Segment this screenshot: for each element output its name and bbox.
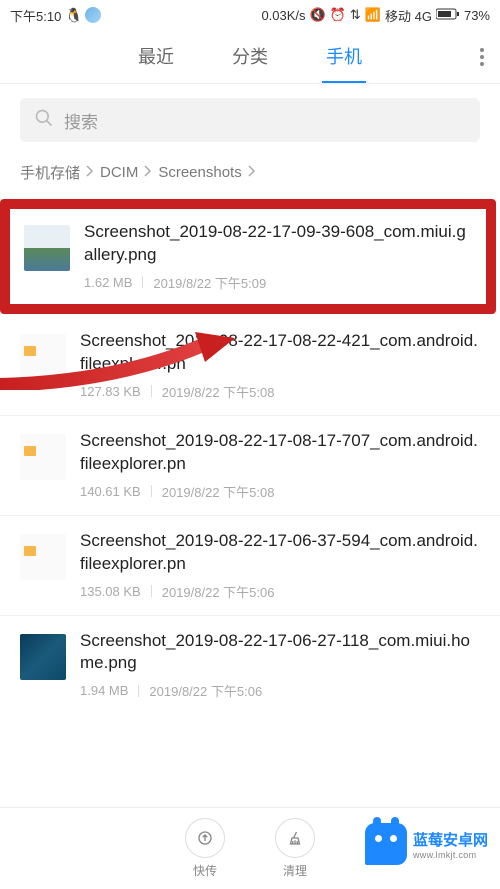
app-icon [85,7,101,23]
file-meta: 140.61 KB 2019/8/22 下午5:08 [80,482,480,501]
chevron-right-icon [248,164,256,181]
file-date: 2019/8/22 下午5:06 [162,582,275,601]
status-right: 0.03K/s 🔇 ⏰ ⇅ 📶 移动 4G 73% [261,6,490,25]
qq-icon: 🐧 [65,7,81,23]
file-list: Screenshot_2019-08-22-17-09-39-608_com.m… [0,199,500,714]
file-size: 135.08 KB [80,584,141,599]
clean-label: 清理 [283,862,307,879]
transfer-icon [185,818,225,858]
meta-sep [138,685,139,697]
arrows-icon: ⇅ [350,7,361,23]
header-tabs: 最近 分类 手机 [0,30,500,84]
file-size: 1.94 MB [80,683,128,698]
list-item[interactable]: Screenshot_2019-08-22-17-06-27-118_com.m… [0,615,500,715]
battery-percent: 73% [464,8,490,23]
file-name: Screenshot_2019-08-22-17-08-22-421_com.a… [80,330,480,376]
file-name: Screenshot_2019-08-22-17-06-37-594_com.a… [80,530,480,576]
watermark-logo [365,823,407,865]
crumb-dcim[interactable]: DCIM [100,164,138,181]
file-meta: 1.62 MB 2019/8/22 下午5:09 [84,273,472,292]
file-date: 2019/8/22 下午5:08 [162,482,275,501]
crumb-screenshots[interactable]: Screenshots [158,164,241,181]
file-name: Screenshot_2019-08-22-17-08-17-707_com.a… [80,430,480,476]
file-size: 140.61 KB [80,484,141,499]
search-placeholder: 搜索 [64,108,98,133]
status-bar: 下午5:10 🐧 0.03K/s 🔇 ⏰ ⇅ 📶 移动 4G 73% [0,0,500,30]
breadcrumb: 手机存储 DCIM Screenshots [0,152,500,197]
tab-category[interactable]: 分类 [228,31,272,83]
signal-icon: 📶 [365,7,381,23]
search-area: 搜索 [0,84,500,152]
battery-icon [436,8,460,23]
file-size: 1.62 MB [84,275,132,290]
crumb-root[interactable]: 手机存储 [20,162,80,183]
file-meta: 1.94 MB 2019/8/22 下午5:06 [80,681,480,700]
file-date: 2019/8/22 下午5:06 [149,681,262,700]
search-icon [34,108,54,133]
meta-sep [142,276,143,288]
file-name: Screenshot_2019-08-22-17-06-27-118_com.m… [80,630,480,676]
file-date: 2019/8/22 下午5:08 [162,382,275,401]
watermark-title: 蓝莓安卓网 [413,829,488,850]
file-thumbnail [20,534,66,580]
file-thumbnail [24,225,70,271]
status-time: 下午5:10 [10,6,61,25]
file-date: 2019/8/22 下午5:09 [153,273,266,292]
annotation-highlight: Screenshot_2019-08-22-17-09-39-608_com.m… [0,199,496,314]
tab-phone[interactable]: 手机 [322,31,366,83]
list-item[interactable]: Screenshot_2019-08-22-17-08-22-421_com.a… [0,316,500,415]
net-speed: 0.03K/s [261,8,305,23]
list-item[interactable]: Screenshot_2019-08-22-17-09-39-608_com.m… [10,209,486,304]
transfer-label: 快传 [193,862,217,879]
file-meta: 127.83 KB 2019/8/22 下午5:08 [80,382,480,401]
carrier: 移动 4G [385,6,432,25]
file-thumbnail [20,334,66,380]
watermark: 蓝莓安卓网 www.lmkjt.com [365,823,488,865]
chevron-right-icon [86,164,94,181]
transfer-button[interactable]: 快传 [185,818,225,879]
meta-sep [151,585,152,597]
search-input[interactable]: 搜索 [20,98,480,142]
more-button[interactable] [480,48,484,66]
list-item[interactable]: Screenshot_2019-08-22-17-08-17-707_com.a… [0,415,500,515]
mute-icon: 🔇 [310,7,326,23]
meta-sep [151,385,152,397]
file-size: 127.83 KB [80,384,141,399]
clean-button[interactable]: 清理 [275,818,315,879]
file-name: Screenshot_2019-08-22-17-09-39-608_com.m… [84,221,472,267]
file-meta: 135.08 KB 2019/8/22 下午5:06 [80,582,480,601]
list-item[interactable]: Screenshot_2019-08-22-17-06-37-594_com.a… [0,515,500,615]
broom-icon [275,818,315,858]
alarm-icon: ⏰ [330,7,346,23]
file-thumbnail [20,434,66,480]
chevron-right-icon [144,164,152,181]
tab-recent[interactable]: 最近 [134,31,178,83]
file-thumbnail [20,634,66,680]
status-left: 下午5:10 🐧 [10,6,101,25]
more-icon [480,48,484,66]
watermark-url: www.lmkjt.com [413,850,488,860]
meta-sep [151,485,152,497]
